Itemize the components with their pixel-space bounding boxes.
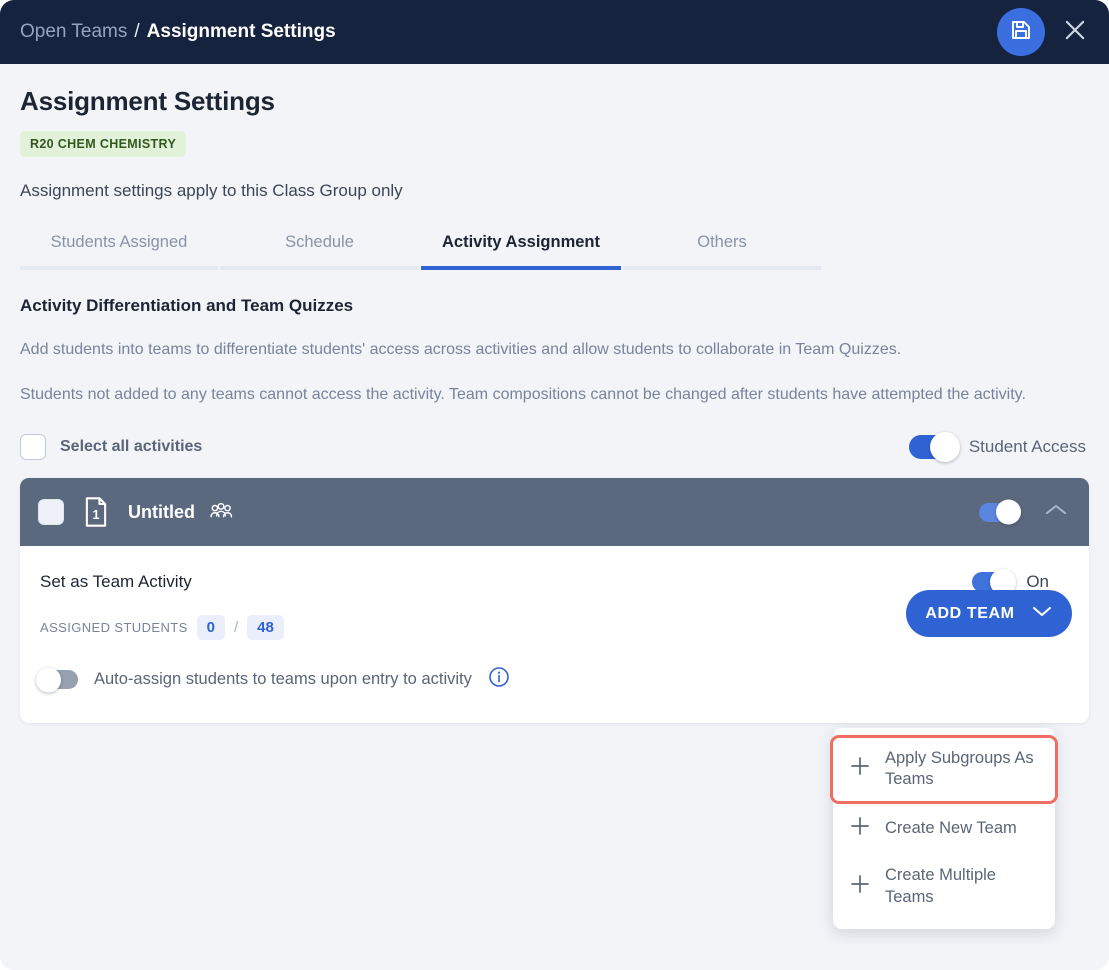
tab-schedule[interactable]: Schedule xyxy=(220,233,419,270)
add-team-label: ADD TEAM xyxy=(925,604,1015,622)
section-paragraph-1: Add students into teams to differentiate… xyxy=(20,341,902,358)
team-activity-state-label: On xyxy=(1026,572,1049,592)
select-all-group[interactable]: Select all activities xyxy=(20,434,203,461)
modal-content: Assignment Settings R20 CHEM CHEMISTRY A… xyxy=(0,86,1109,724)
team-activity-toggle-group: On xyxy=(972,569,1049,596)
plus-icon xyxy=(849,873,871,901)
tab-activity-assignment[interactable]: Activity Assignment xyxy=(421,233,621,270)
menu-item-label: Create New Team xyxy=(885,819,1017,838)
document-number-1-icon: 1 xyxy=(82,496,110,528)
activity-card-header: 1 Untitled xyxy=(20,478,1089,547)
assigned-students-total: 48 xyxy=(247,615,284,641)
section-title: Activity Differentiation and Team Quizze… xyxy=(20,296,354,315)
add-team-button[interactable]: ADD TEAM xyxy=(906,590,1072,638)
close-button[interactable] xyxy=(1057,14,1093,50)
activity-header-actions xyxy=(979,478,1069,546)
class-group-badge: R20 CHEM CHEMISTRY xyxy=(20,131,187,157)
save-button[interactable] xyxy=(997,8,1045,56)
select-all-row: Select all activities Student Access xyxy=(20,432,1089,463)
menu-item-label: Create Multiple Teams xyxy=(885,866,996,906)
tab-label: Students Assigned xyxy=(50,233,188,251)
activity-checkbox[interactable] xyxy=(38,499,64,526)
breadcrumb: Open Teams / Assignment Settings xyxy=(20,21,336,43)
chevron-up-icon[interactable] xyxy=(1043,502,1069,523)
activity-card-body: Set as Team Activity On ASSIGNED STUDENT… xyxy=(20,546,1089,723)
auto-assign-label: Auto-assign students to teams upon entry… xyxy=(94,670,472,689)
team-activity-row: Set as Team Activity On xyxy=(40,569,1067,596)
breadcrumb-current: Assignment Settings xyxy=(146,21,336,42)
student-access-label: Student Access xyxy=(968,437,1086,457)
titlebar-actions xyxy=(997,0,1093,64)
toggle-knob xyxy=(996,499,1021,525)
menu-item-create-multiple-teams[interactable]: Create Multiple Teams xyxy=(833,854,1055,919)
info-circle-icon[interactable] xyxy=(488,666,510,693)
toggle-knob xyxy=(929,432,960,463)
menu-item-label: Apply Subgroups As Teams xyxy=(885,749,1034,789)
chevron-down-icon xyxy=(1031,604,1053,623)
page-title: Assignment Settings xyxy=(20,86,275,116)
menu-item-apply-subgroups-as-teams[interactable]: Apply Subgroups As Teams xyxy=(830,735,1058,804)
activity-enabled-toggle[interactable] xyxy=(979,499,1021,525)
activity-title: Untitled xyxy=(128,501,195,522)
modal-titlebar: Open Teams / Assignment Settings xyxy=(0,0,1109,64)
add-team-dropdown-menu: Apply Subgroups As Teams Create New Team… xyxy=(830,728,1058,930)
team-activity-toggle[interactable] xyxy=(972,569,1017,596)
assigned-students-count: 0 xyxy=(196,615,225,641)
section-paragraph-2: Students not added to any teams cannot a… xyxy=(20,386,1026,404)
users-group-icon xyxy=(208,502,234,522)
tab-label: Others xyxy=(697,233,747,251)
settings-tabs: Students Assigned Schedule Activity Assi… xyxy=(20,233,823,270)
activity-card: 1 Untitled Set as Team Activity On ASSIG… xyxy=(20,478,1089,724)
assignment-settings-modal: Open Teams / Assignment Settings Assignm… xyxy=(0,0,1109,970)
tab-students-assigned[interactable]: Students Assigned xyxy=(20,233,218,270)
tab-label: Activity Assignment xyxy=(441,233,600,251)
team-activity-label: Set as Team Activity xyxy=(40,572,192,592)
page-subtitle: Assignment settings apply to this Class … xyxy=(20,181,403,200)
auto-assign-row: Auto-assign students to teams upon entry… xyxy=(36,666,1067,693)
select-all-label: Select all activities xyxy=(60,438,203,456)
tab-others[interactable]: Others xyxy=(623,233,821,270)
menu-item-create-new-team[interactable]: Create New Team xyxy=(833,804,1055,854)
auto-assign-toggle[interactable] xyxy=(36,667,78,693)
svg-text:1: 1 xyxy=(93,508,100,522)
breadcrumb-parent[interactable]: Open Teams xyxy=(20,21,127,43)
student-access-toggle[interactable] xyxy=(908,432,960,463)
student-access-group: Student Access xyxy=(908,432,1086,463)
toggle-knob xyxy=(36,667,61,693)
assigned-students-separator: / xyxy=(234,619,239,637)
close-x-icon xyxy=(1061,16,1089,49)
tab-label: Schedule xyxy=(285,233,354,251)
plus-icon xyxy=(849,755,871,783)
checkbox-unchecked-icon[interactable] xyxy=(20,434,46,461)
assigned-students-label: ASSIGNED STUDENTS xyxy=(40,620,188,636)
breadcrumb-separator: / xyxy=(134,21,140,42)
floppy-disk-save-icon xyxy=(1009,18,1033,47)
plus-icon xyxy=(849,815,871,843)
